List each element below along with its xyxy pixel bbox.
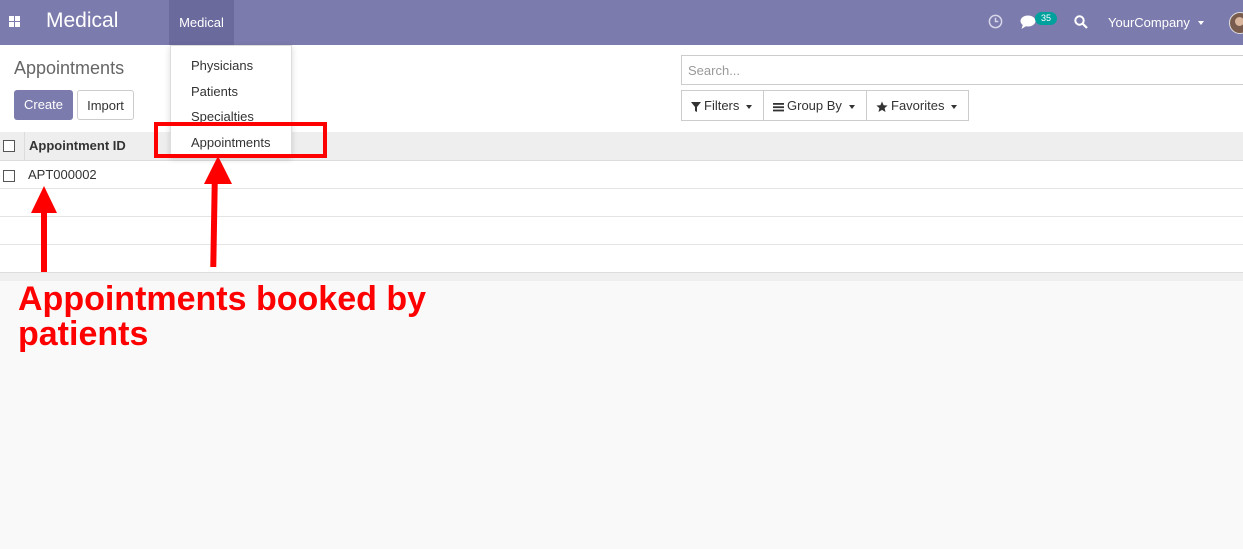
annotation-text: Appointments booked by patients	[18, 280, 426, 353]
annotation-arrows	[31, 156, 232, 272]
arrow-to-row	[31, 186, 57, 272]
arrow-to-menu-item	[204, 156, 232, 268]
